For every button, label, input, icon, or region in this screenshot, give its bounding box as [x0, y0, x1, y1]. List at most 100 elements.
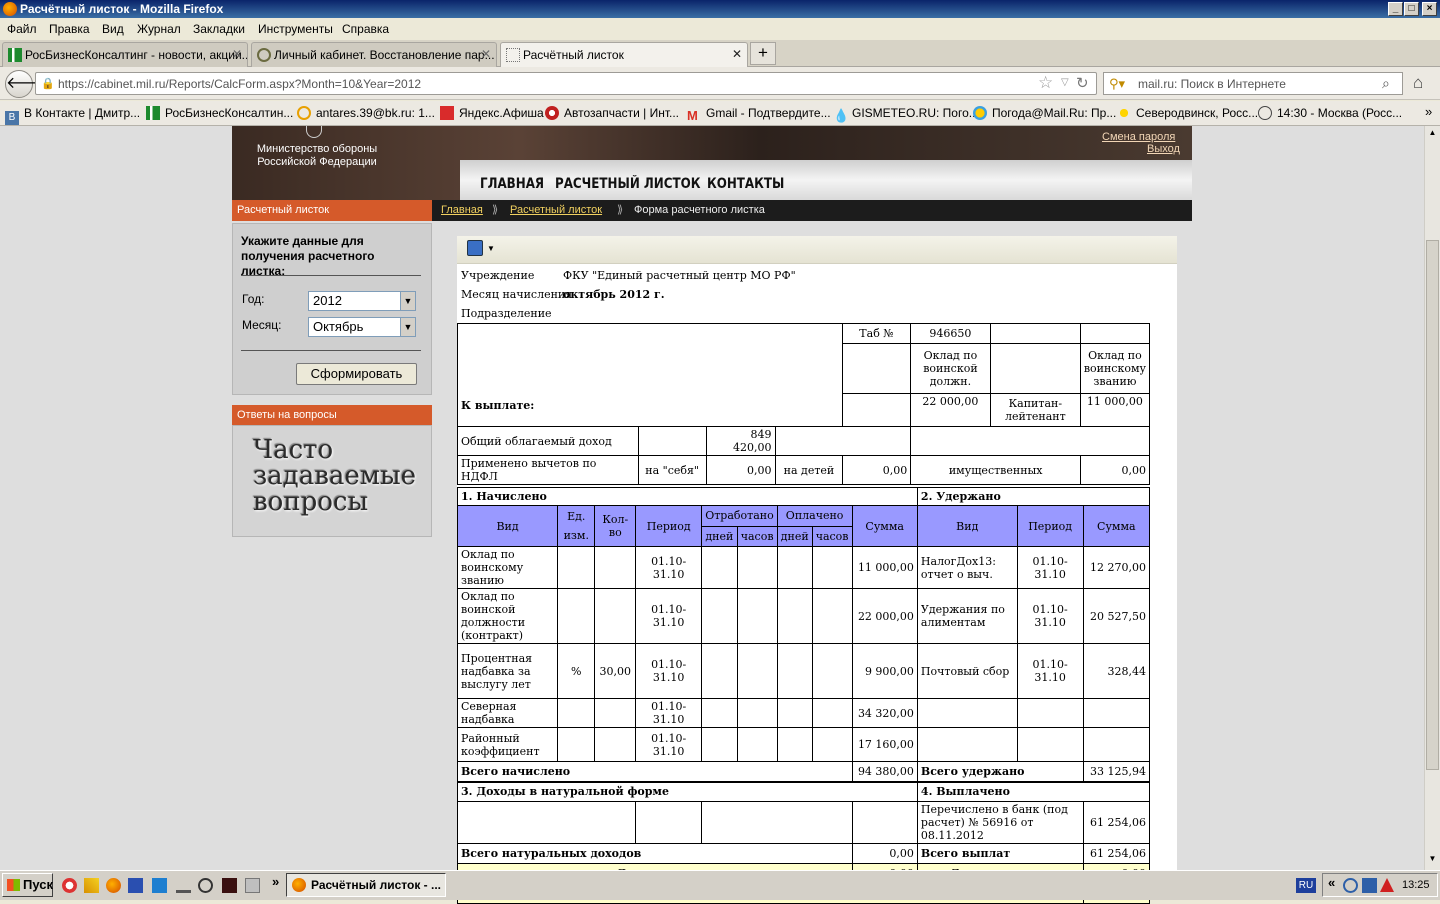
app-icon[interactable] [128, 878, 143, 893]
start-button[interactable]: Пуск [2, 873, 53, 897]
scroll-up-icon[interactable]: ▲ [1427, 128, 1438, 139]
menu-edit[interactable]: Правка [49, 22, 90, 36]
rbc-icon [146, 106, 160, 120]
new-tab-button[interactable]: + [750, 42, 776, 65]
faq-banner-text[interactable]: Часто задаваемые вопросы [253, 437, 423, 515]
maximize-button[interactable]: □ [1404, 2, 1419, 16]
total-accrued-label: Всего начислено [457, 761, 853, 783]
summary-table: К выплате: Таб № 946650 Оклад по воинско… [456, 323, 1151, 427]
taskbar-window-label: Расчётный листок - ... [311, 878, 442, 892]
faq-section-title: Ответы на вопросы [232, 405, 432, 425]
tank-icon[interactable] [198, 878, 213, 893]
menu-contacts[interactable]: КОНТАКТЫ [707, 176, 784, 192]
bookmark-rbc[interactable]: РосБизнесКонсалтин... [146, 106, 293, 120]
menu-bookmarks[interactable]: Закладки [193, 22, 245, 36]
table-row: Оклад по воинской должности (контракт) 0… [456, 588, 1151, 644]
bookmark-pogoda[interactable]: Погода@Mail.Ru: Пр... [973, 106, 1116, 120]
search-placeholder[interactable]: mail.ru: Поиск в Интернете [1138, 77, 1286, 91]
scroll-down-icon[interactable]: ▼ [1427, 854, 1438, 865]
close-tab-icon[interactable]: ✕ [481, 47, 491, 61]
search-engine-icon[interactable]: ⚲▾ [1109, 76, 1125, 92]
cabinet-icon [257, 48, 271, 62]
total-natural-value: 0,00 [851, 843, 918, 864]
bookmarks-overflow-icon[interactable]: » [1425, 104, 1432, 119]
col-withheld-sum: Сумма [1082, 505, 1151, 547]
year-select[interactable]: 2012 ▼ [308, 291, 416, 311]
monitor-icon[interactable] [1362, 878, 1377, 893]
firefox-icon [3, 2, 17, 16]
taskbar-firefox-window[interactable]: Расчётный листок - ... [286, 873, 446, 897]
paid-section-title: 4. Выплачено [916, 781, 1151, 802]
menu-payslip[interactable]: РАСЧЕТНЫЙ ЛИСТОК [555, 176, 700, 192]
bookmark-severodvinsk[interactable]: Северодвинск, Росс... [1117, 106, 1258, 120]
col-qty: Кол-во [594, 505, 637, 547]
unit-label: Подразделение [461, 307, 552, 320]
menu-history[interactable]: Журнал [137, 22, 181, 36]
close-tab-icon[interactable]: ✕ [232, 47, 242, 61]
opera-icon[interactable] [62, 878, 77, 893]
breadcrumb-section[interactable]: Расчетный листок [510, 204, 602, 216]
bookmark-autoparts[interactable]: Автозапчасти | Инт... [545, 106, 679, 120]
home-icon[interactable]: ⌂ [1413, 73, 1423, 93]
tool-icon[interactable] [84, 878, 99, 893]
vertical-scrollbar[interactable]: ▲ ▼ [1424, 126, 1440, 870]
keyboard-icon[interactable] [152, 878, 167, 893]
bookmark-gismeteo[interactable]: 💧 GISMETEO.RU: Пого... [833, 106, 979, 123]
network-tool-icon[interactable] [176, 878, 191, 893]
bookmark-moscow-time[interactable]: 14:30 - Москва (Росс... [1258, 106, 1402, 120]
antivirus-icon[interactable] [1380, 878, 1394, 892]
export-save-icon[interactable] [467, 240, 483, 256]
chevron-down-icon[interactable]: ▼ [400, 318, 415, 336]
month-select[interactable]: Октябрь ▼ [308, 317, 416, 337]
search-icon[interactable]: ⌕ [1382, 75, 1390, 92]
withheld-section-title: 2. Удержано [916, 487, 1151, 506]
salary-rank-value: 11 000,00 [1079, 393, 1151, 427]
close-window-button[interactable]: × [1422, 2, 1437, 16]
change-password-link[interactable]: Смена пароля [1102, 131, 1175, 143]
quicklaunch-overflow-icon[interactable]: » [272, 874, 279, 889]
accrued-section-title: 1. Начислено [457, 487, 918, 506]
clock[interactable]: 13:25 [1402, 879, 1430, 891]
tab-payslip[interactable]: Расчётный листок ✕ [500, 42, 748, 67]
menu-view[interactable]: Вид [102, 22, 124, 36]
bookmark-star-icon[interactable]: ☆ [1038, 73, 1053, 93]
breadcrumb-home[interactable]: Главная [441, 204, 483, 216]
bookmark-vk[interactable]: BВ Контакте | Дмитр... [5, 106, 140, 125]
tab-rbc[interactable]: РосБизнесКонсалтинг - новости, акции... … [2, 42, 248, 67]
scroll-thumb[interactable] [1426, 240, 1439, 770]
logout-link[interactable]: Выход [1147, 143, 1180, 155]
salary-rank-label: Оклад по воинскому званию [1079, 343, 1151, 394]
reload-icon[interactable]: ↻ [1076, 74, 1089, 92]
menu-main[interactable]: ГЛАВНАЯ [480, 176, 544, 192]
firefox-icon[interactable] [106, 878, 121, 893]
calculator-icon[interactable] [245, 878, 260, 893]
chevron-down-icon[interactable]: ▼ [487, 244, 495, 253]
deductions-label: Применено вычетов по НДФЛ [457, 455, 639, 485]
self-deduction-value: 0,00 [705, 455, 776, 485]
table-row: Оклад по воинскому званию 01.10-31.10 11… [456, 546, 1151, 589]
bookmark-mail[interactable]: antares.39@bk.ru: 1... [297, 106, 435, 120]
menu-file[interactable]: Файл [7, 22, 37, 36]
dropdown-arrow-icon[interactable]: ▽ [1061, 77, 1069, 88]
bookmark-afisha[interactable]: Яндекс.Афиша [440, 106, 544, 120]
close-tab-icon[interactable]: ✕ [732, 47, 742, 61]
url-text[interactable]: https://cabinet.mil.ru/Reports/CalcForm.… [58, 77, 421, 91]
build-report-button[interactable]: Сформировать [296, 363, 417, 385]
weather-icon [973, 106, 987, 120]
bookmark-gmail[interactable]: M Gmail - Подтвердите... [687, 106, 831, 123]
windows-logo-icon [7, 879, 20, 891]
back-button[interactable]: 🡐 [5, 70, 49, 98]
game-icon[interactable] [222, 878, 237, 893]
totals-row: Всего начислено 94 380,00 Всего удержано… [457, 761, 1151, 783]
network-icon[interactable] [1343, 878, 1358, 893]
tray-expand-icon[interactable]: « [1328, 875, 1335, 890]
afisha-icon [440, 106, 454, 120]
children-deduction-label: на детей [774, 455, 844, 485]
breadcrumb-current: Форма расчетного листка [634, 204, 765, 216]
language-indicator[interactable]: RU [1296, 878, 1316, 893]
menu-help[interactable]: Справка [342, 22, 389, 36]
minimize-button[interactable]: _ [1388, 2, 1403, 16]
menu-tools[interactable]: Инструменты [258, 22, 333, 36]
tab-cabinet[interactable]: Личный кабинет. Восстановление пар... ✕ [251, 42, 497, 67]
chevron-down-icon[interactable]: ▼ [400, 292, 415, 310]
